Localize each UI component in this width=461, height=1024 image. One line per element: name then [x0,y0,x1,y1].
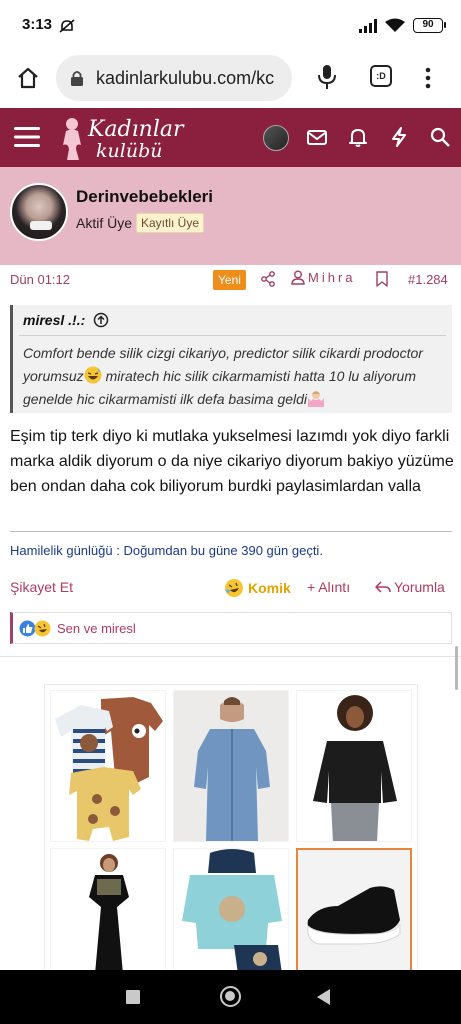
quote-text: Comfort bende silik cizgi cikariyo, pred… [23,342,447,411]
quote-divider [19,335,446,336]
post-meta-row: Dün 01:12 Yeni Mihra #1.284 [0,265,461,295]
logo-text-line1: Kadınlar [88,117,184,142]
user-badge: Kayıtlı Üye [136,213,205,233]
ad-product-black-sneaker[interactable] [296,848,412,973]
post-number[interactable]: #1.284 [408,272,448,287]
site-header: Kadınlar kulübü [0,108,461,167]
quote-button[interactable]: + Alıntı [307,579,350,595]
signature-divider [10,531,452,532]
post-author[interactable]: Mihra [291,270,356,285]
bookmark-icon[interactable] [376,271,388,287]
address-bar[interactable]: kadinlarkulubu.com/kc [56,55,292,101]
ad-grid [44,684,418,974]
menu-icon[interactable] [14,126,40,148]
signal-icon [359,18,377,33]
user-avatar[interactable] [10,183,68,241]
ad-product-black-maxi-dress[interactable] [50,848,166,973]
bell-icon[interactable] [347,126,369,148]
funny-label: Komik [248,580,291,596]
funny-reaction-button[interactable]: Komik [224,578,291,598]
baby-rompers-image [51,691,165,841]
android-nav-bar [0,970,461,1024]
denim-dress-image [174,691,288,841]
more-icon[interactable] [420,66,436,90]
post-message: Eşim tip terk diyo ki mutlaka yukselmesi… [10,428,454,495]
mail-icon[interactable] [306,126,328,148]
avatar-mask-icon [30,221,52,230]
username[interactable]: Derinvebebekleri [76,187,213,207]
mic-icon[interactable] [316,64,338,90]
ad-product-black-blouse[interactable] [296,690,412,842]
kids-hoodie-set-image [174,849,288,972]
post-date[interactable]: Dün 01:12 [10,272,70,287]
reaction-icons [19,620,51,637]
recents-square-icon[interactable] [126,990,140,1004]
url-text: kadinlarkulubu.com/kc [96,68,275,88]
home-circle-icon[interactable] [220,986,241,1007]
scrollbar[interactable] [455,646,458,690]
reactions-bar[interactable]: Sen ve miresl [10,612,452,644]
laughing-sweat-emoji-icon [84,366,102,384]
share-icon[interactable] [260,271,276,287]
ad-product-denim-dress[interactable] [173,690,289,842]
browser-toolbar: kadinlarkulubu.com/kc :D [0,52,461,108]
reply-icon [375,581,391,593]
quote-author: miresl .!.: [23,312,86,328]
site-logo[interactable]: Kadınlar kulübü [58,114,184,162]
ad-product-baby-rompers[interactable] [50,690,166,842]
user-role: Aktif Üye [76,215,133,231]
quote-label: Alıntı [318,579,351,595]
new-badge: Yeni [213,270,246,290]
plus-icon: + [307,579,316,595]
section-divider [0,656,461,657]
battery-icon: 90 [413,18,446,33]
report-button[interactable]: Şikayet Et [10,579,73,595]
home-icon[interactable] [16,66,40,90]
rolling-laugh-emoji-icon [225,579,243,597]
reply-label: Yorumla [394,579,445,595]
woman-shrugging-emoji-icon [308,391,325,407]
author-name: Mihra [308,270,356,285]
logo-text-line2: kulübü [96,140,163,162]
do-not-disturb-icon [59,19,75,33]
signature: Hamilelik günlüğü : Doğumdan bu güne 390… [10,543,323,558]
lock-icon[interactable] [68,69,86,87]
avatar[interactable] [263,125,289,151]
reply-button[interactable]: Yorumla [375,579,445,595]
bolt-icon[interactable] [388,126,410,148]
black-blouse-image [297,691,411,841]
quote-block: miresl .!.: Comfort bende silik cizgi ci… [10,305,452,413]
back-triangle-icon[interactable] [317,989,330,1005]
status-time: 3:13 [22,16,53,33]
laugh-icon [34,620,51,637]
ad-product-kids-hoodie-set[interactable] [173,848,289,973]
post-user-block: Derinvebebekleri Aktif Üye Kayıtlı Üye [0,167,461,265]
status-bar: 3:13 90 [0,0,461,52]
reactions-text: Sen ve miresl [57,621,136,636]
woman-silhouette-icon [63,118,81,160]
tabs-icon[interactable]: :D [370,65,392,87]
user-icon [291,270,305,285]
black-maxi-dress-image [51,849,165,972]
black-sneaker-image [298,850,410,971]
quote-header[interactable]: miresl .!.: [23,312,109,328]
search-icon[interactable] [429,126,451,148]
arrow-up-circle-icon[interactable] [93,312,109,328]
wifi-icon [385,18,405,32]
